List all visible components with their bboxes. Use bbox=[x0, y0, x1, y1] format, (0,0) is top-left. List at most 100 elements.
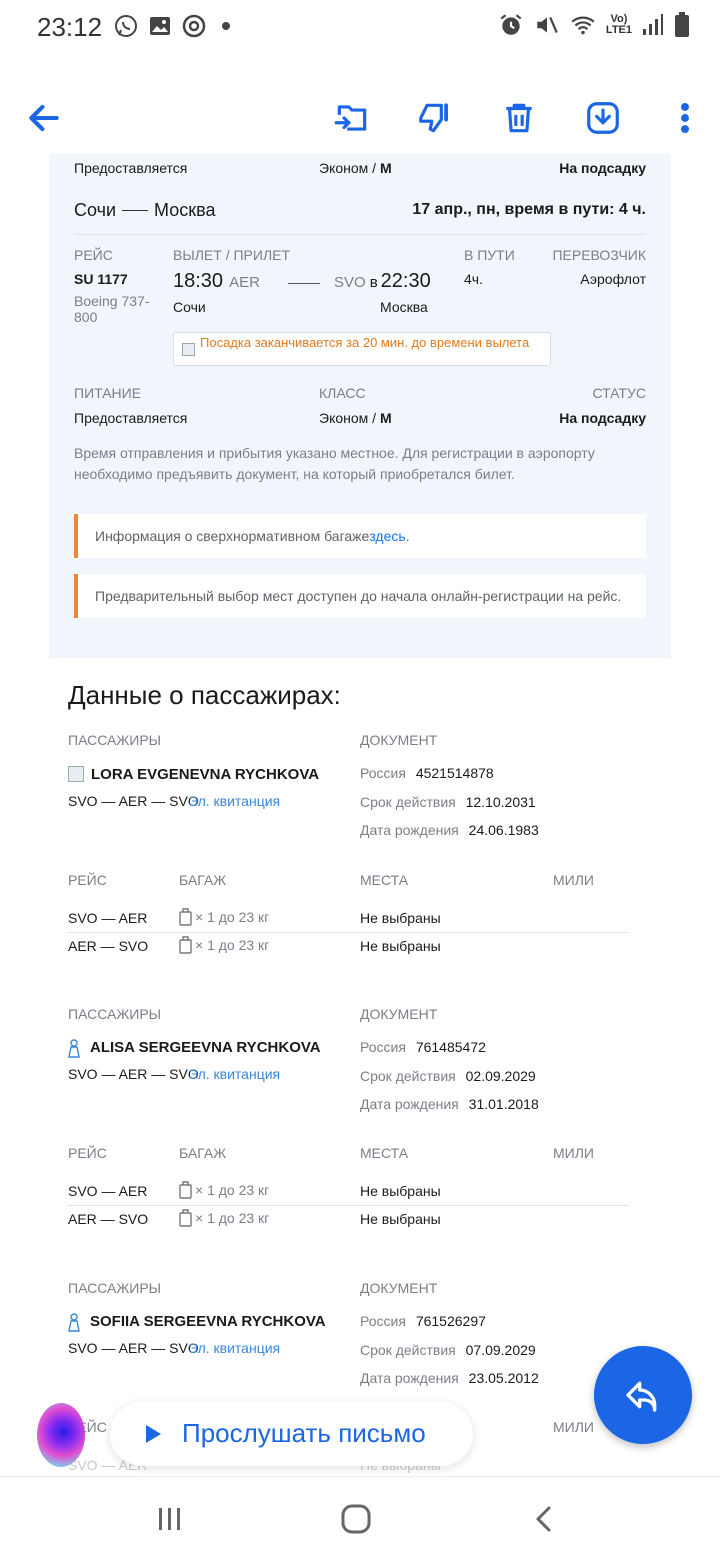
document-label: ДОКУМЕНТ bbox=[360, 1006, 438, 1022]
luggage-icon bbox=[179, 936, 192, 954]
duration-label: В ПУТИ bbox=[464, 247, 515, 263]
carrier-label: ПЕРЕВОЗЧИК bbox=[552, 247, 646, 263]
battery-icon bbox=[675, 12, 689, 37]
document-info: Россия 761485472 bbox=[360, 1039, 486, 1055]
segment-flight-label: РЕЙС bbox=[68, 1145, 107, 1161]
move-to-folder-icon bbox=[334, 105, 367, 131]
flight-line bbox=[288, 283, 320, 284]
document-label: ДОКУМЕНТ bbox=[360, 1280, 438, 1296]
passengers-label: ПАССАЖИРЫ bbox=[68, 1006, 162, 1022]
dislike-icon bbox=[419, 103, 448, 133]
passenger-route: SVO — AER — SVO bbox=[68, 793, 199, 809]
trash-icon bbox=[506, 103, 532, 133]
segment-seats: Не выбраны bbox=[360, 910, 441, 926]
departure-city: Сочи bbox=[173, 299, 206, 315]
segment-flight-label: РЕЙС bbox=[68, 872, 107, 888]
more-vert-icon bbox=[681, 102, 689, 134]
mute-icon bbox=[537, 16, 558, 34]
seats-label: МЕСТА bbox=[360, 872, 409, 888]
segment-baggage: × 1 до 23 кг bbox=[179, 1181, 269, 1199]
baggage-label: БАГАЖ bbox=[179, 872, 227, 888]
warning-image-icon bbox=[182, 343, 195, 356]
passenger-route: SVO — AER — SVO bbox=[68, 1340, 199, 1356]
status-value-prev: На подсадку bbox=[559, 160, 646, 176]
adult-passenger-icon bbox=[68, 766, 84, 782]
at-sign-icon bbox=[182, 14, 206, 38]
passenger-name: LORA EVGENEVNA RYCHKOVA bbox=[91, 766, 320, 783]
e-ticket-link[interactable]: Эл. квитанция bbox=[188, 793, 280, 809]
route-to: Москва bbox=[154, 200, 216, 220]
status-label: СТАТУС bbox=[592, 385, 646, 401]
segment-route: AER — SVO bbox=[68, 1211, 149, 1227]
gallery-icon bbox=[150, 17, 170, 35]
alarm-icon bbox=[500, 14, 522, 35]
reply-button[interactable] bbox=[594, 1346, 692, 1444]
back-nav-icon[interactable] bbox=[532, 1505, 556, 1533]
play-icon bbox=[146, 1425, 161, 1443]
child-passenger-icon bbox=[68, 1313, 80, 1332]
meal-value: Предоставляется bbox=[74, 410, 188, 426]
spam-button[interactable] bbox=[407, 90, 463, 146]
duration-value: 4ч. bbox=[464, 271, 483, 287]
passengers-label: ПАССАЖИРЫ bbox=[68, 1280, 162, 1296]
miles-label: МИЛИ bbox=[553, 1145, 594, 1161]
route-date: 17 апр., пн, время в пути: 4 ч. bbox=[412, 201, 646, 218]
baggage-info-link[interactable]: здесь bbox=[369, 528, 405, 544]
home-icon[interactable] bbox=[340, 1503, 372, 1535]
document-info: Россия 4521514878 bbox=[360, 765, 494, 781]
wifi-icon bbox=[571, 16, 595, 35]
listen-email-button[interactable]: Прослушать письмо bbox=[110, 1402, 473, 1466]
passenger-name: SOFIIA SERGEEVNA RYCHKOVA bbox=[90, 1313, 326, 1330]
segment-seats: Не выбраны bbox=[360, 1183, 441, 1199]
back-button[interactable] bbox=[16, 90, 72, 146]
segment-seats: Не выбраны bbox=[360, 938, 441, 954]
move-to-folder-button[interactable] bbox=[324, 90, 380, 146]
baggage-label: БАГАЖ bbox=[179, 1145, 227, 1161]
segment-divider bbox=[68, 1205, 628, 1206]
seats-notice: Предварительный выбор мест доступен до н… bbox=[74, 574, 646, 618]
route-dash bbox=[122, 210, 149, 211]
baggage-notice: Информация о сверхнормативном багаже зде… bbox=[74, 514, 646, 558]
signal-icon bbox=[643, 14, 663, 35]
segment-seats: Не выбраны bbox=[360, 1211, 441, 1227]
save-button[interactable] bbox=[575, 90, 631, 146]
luggage-icon bbox=[179, 1181, 192, 1199]
segment-divider bbox=[68, 932, 628, 933]
arrival-city: Москва bbox=[380, 299, 428, 315]
e-ticket-link[interactable]: Эл. квитанция bbox=[188, 1340, 280, 1356]
status-value: На подсадку bbox=[559, 410, 646, 426]
status-time: 23:12 bbox=[37, 12, 103, 42]
document-validity: Срок действия 02.09.2029 bbox=[360, 1068, 536, 1084]
delete-button[interactable] bbox=[491, 90, 547, 146]
flight-label: РЕЙС bbox=[74, 247, 113, 263]
e-ticket-link[interactable]: Эл. квитанция bbox=[188, 1066, 280, 1082]
departure-label: ВЫЛЕТ / ПРИЛЕТ bbox=[173, 247, 291, 263]
class-label: КЛАСС bbox=[319, 385, 366, 401]
voice-assistant-orb[interactable] bbox=[37, 1403, 85, 1467]
seats-label: МЕСТА bbox=[360, 1145, 409, 1161]
birth-date: Дата рождения 24.06.1983 bbox=[360, 822, 539, 838]
more-options-button[interactable] bbox=[657, 90, 713, 146]
email-body: Предоставляется Эконом / М На подсадку С… bbox=[0, 154, 720, 1475]
save-download-icon bbox=[587, 102, 619, 134]
email-toolbar bbox=[0, 90, 720, 146]
card-divider bbox=[74, 234, 646, 235]
arrival-time: SVO в 22:30 bbox=[334, 270, 431, 292]
recent-apps-icon[interactable] bbox=[156, 1505, 184, 1533]
birth-date: Дата рождения 31.01.2018 bbox=[360, 1096, 539, 1112]
whatsapp-icon bbox=[115, 15, 137, 37]
system-nav-bar bbox=[0, 1476, 720, 1560]
class-value-prev: Эконом / М bbox=[319, 160, 392, 176]
segment-route: SVO — AER bbox=[68, 910, 148, 926]
departure-time: 18:30 AER bbox=[173, 270, 260, 292]
boarding-warning-box: Посадка заканчивается за 20 мин. до врем… bbox=[173, 332, 551, 366]
passengers-label: ПАССАЖИРЫ bbox=[68, 732, 162, 748]
passenger-name: ALISA SERGEEVNA RYCHKOVA bbox=[90, 1039, 321, 1056]
luggage-icon bbox=[179, 1209, 192, 1227]
segment-route: SVO — AER bbox=[68, 1183, 148, 1199]
birth-date: Дата рождения 23.05.2012 bbox=[360, 1370, 539, 1386]
status-notifications bbox=[114, 14, 230, 38]
luggage-icon bbox=[179, 908, 192, 926]
segment-baggage: × 1 до 23 кг bbox=[179, 936, 269, 954]
segment-route: AER — SVO bbox=[68, 938, 149, 954]
